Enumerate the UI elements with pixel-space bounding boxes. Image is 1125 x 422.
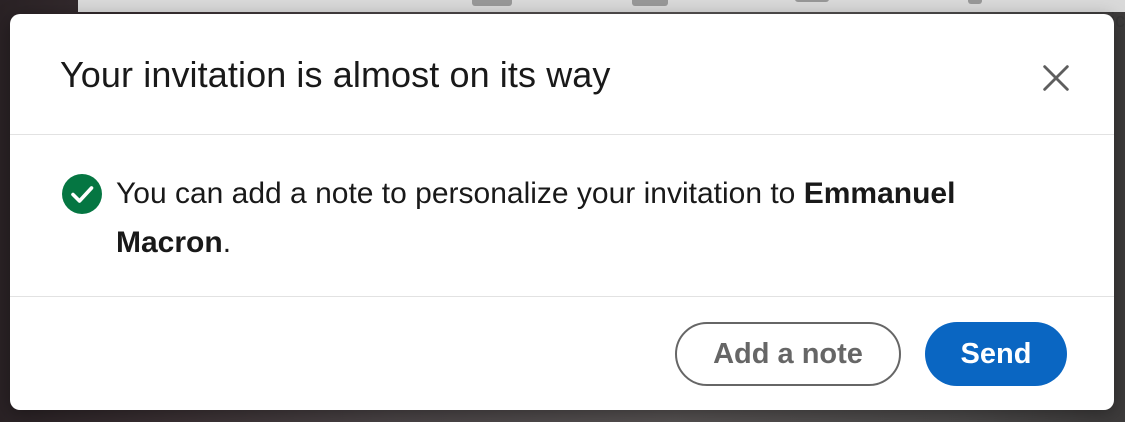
background-nav-icon xyxy=(632,0,668,6)
invitation-message: You can add a note to personalize your i… xyxy=(116,169,1076,267)
background-nav-icon xyxy=(968,0,982,4)
close-button[interactable] xyxy=(1034,56,1078,100)
send-button[interactable]: Send xyxy=(925,322,1067,386)
check-circle-icon xyxy=(62,174,102,214)
background-nav-icon xyxy=(795,0,829,2)
dialog-title: Your invitation is almost on its way xyxy=(60,54,611,95)
dialog-footer: Add a note Send xyxy=(10,297,1114,410)
invitation-dialog: Your invitation is almost on its way You… xyxy=(10,14,1114,410)
background-nav-icon xyxy=(472,0,512,6)
message-end: . xyxy=(222,226,232,259)
dialog-body: You can add a note to personalize your i… xyxy=(10,135,1114,297)
add-note-button[interactable]: Add a note xyxy=(675,322,901,386)
message-text: You can add a note to personalize your i… xyxy=(116,177,804,210)
close-icon xyxy=(1043,65,1069,91)
dialog-header: Your invitation is almost on its way xyxy=(10,14,1114,135)
